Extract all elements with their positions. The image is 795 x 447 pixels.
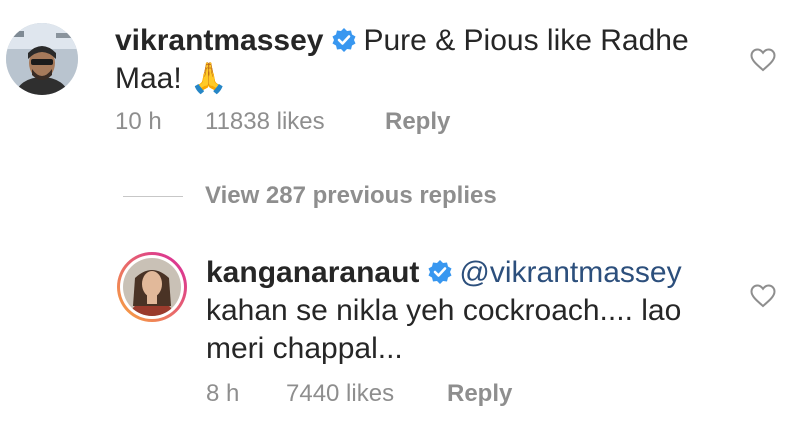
verified-badge-icon — [332, 28, 356, 52]
comment-meta: 8 h 7440 likes Reply — [206, 380, 512, 408]
avatar[interactable] — [117, 252, 187, 322]
reply-button[interactable]: Reply — [447, 380, 512, 408]
reply-button[interactable]: Reply — [385, 108, 450, 136]
comment-line-1: vikrantmassey Pure & Pious like Radhe — [115, 22, 735, 60]
comment-line-2: kahan se nikla yeh cockroach.... lao — [206, 294, 682, 327]
comment-kanganaranaut: kanganaranaut @vikrantmassey kahan se nik… — [0, 240, 795, 447]
heart-outline-icon[interactable] — [750, 284, 776, 308]
replies-divider-line — [123, 195, 183, 197]
comment-text-block: kanganaranaut @vikrantmassey kahan se nik… — [206, 254, 746, 368]
comment-text: Pure & Pious like Radhe — [363, 24, 689, 57]
comment-text-block: vikrantmassey Pure & Pious like Radhe Maa… — [115, 22, 735, 98]
likes-count[interactable]: 11838 likes — [205, 108, 385, 136]
view-previous-replies-button[interactable]: View 287 previous replies — [123, 180, 497, 212]
avatar[interactable] — [6, 23, 78, 95]
verified-badge-icon — [428, 260, 452, 284]
timestamp: 8 h — [206, 380, 240, 407]
heart-outline-icon[interactable] — [750, 48, 776, 72]
username[interactable]: kanganaranaut — [206, 256, 419, 289]
view-replies-label: View 287 previous replies — [205, 182, 497, 209]
comment-vikrantmassey: vikrantmassey Pure & Pious like Radhe Maa… — [0, 0, 795, 170]
comment-line-2: Maa! 🙏 — [115, 62, 228, 95]
likes-count[interactable]: 7440 likes — [286, 380, 447, 408]
comment-line-3: meri chappal... — [206, 332, 403, 365]
comment-meta: 10 h 11838 likes Reply — [115, 108, 450, 136]
mention-link[interactable]: @vikrantmassey — [459, 256, 681, 289]
username[interactable]: vikrantmassey — [115, 24, 323, 57]
timestamp: 10 h — [115, 108, 162, 135]
comment-line-1: kanganaranaut @vikrantmassey — [206, 254, 746, 292]
